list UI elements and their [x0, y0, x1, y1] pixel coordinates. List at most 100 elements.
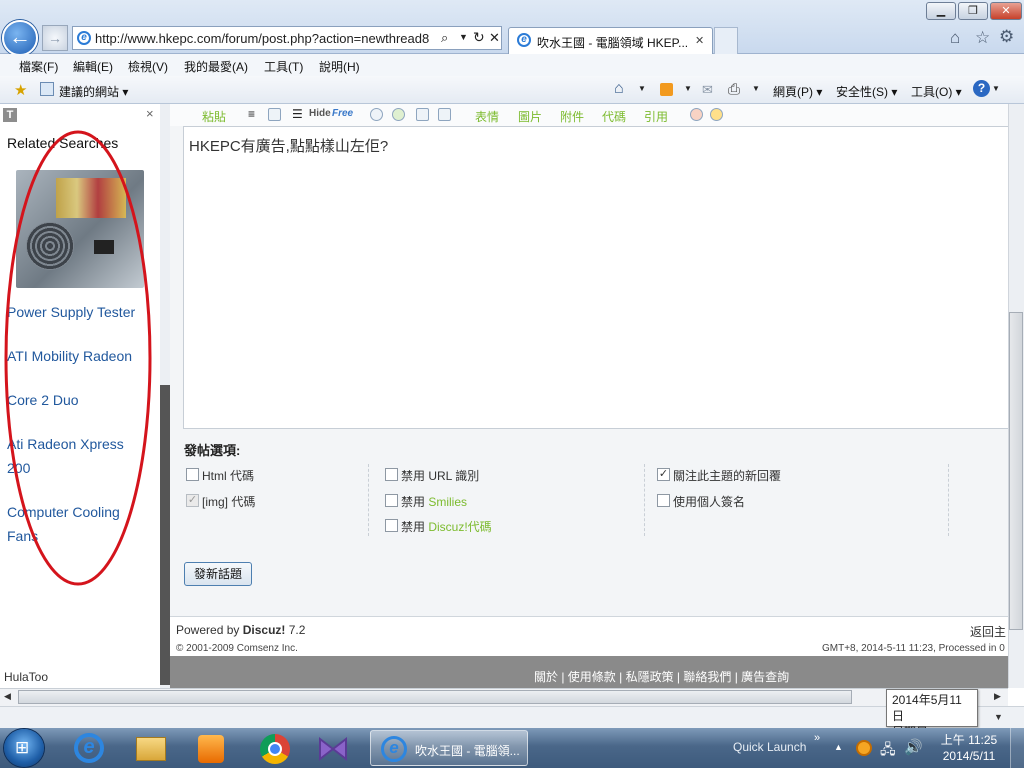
dropdown-arrow-icon[interactable]: ▼: [459, 32, 468, 42]
tray-expand-icon[interactable]: ▲: [834, 742, 843, 752]
tools-menu[interactable]: 工具(O) ▾: [911, 83, 962, 100]
paste-button[interactable]: 粘貼: [202, 108, 226, 125]
tab-close-icon[interactable]: ✕: [695, 34, 704, 47]
disable-url-checkbox[interactable]: [385, 468, 398, 481]
insert-code-icon[interactable]: [438, 108, 451, 121]
active-task-label: 吹水王國 - 電腦領...: [415, 744, 520, 758]
page-scrollbar-thumb[interactable]: [1009, 312, 1023, 630]
print-dropdown-icon[interactable]: ▼: [752, 84, 760, 93]
rss-icon[interactable]: [660, 83, 673, 96]
menu-edit[interactable]: 編輯(E): [73, 58, 113, 75]
powered-by-label: Powered by: [176, 623, 240, 637]
quick-launch-chevron-icon[interactable]: »: [814, 732, 820, 744]
browser-title-bar: ▁ ❐ ✕ ← → e http://www.hkepc.com/forum/p…: [0, 0, 1024, 56]
smilies-link[interactable]: Smilies: [428, 495, 467, 509]
media-play-icon[interactable]: [690, 108, 703, 121]
list-icon[interactable]: ☰: [292, 107, 303, 121]
system-clock[interactable]: 上午 11:25 2014/5/11: [940, 732, 998, 764]
code-button[interactable]: 代碼: [602, 108, 626, 125]
back-button[interactable]: ←: [2, 20, 38, 56]
attachment-button[interactable]: 附件: [560, 108, 584, 125]
help-dropdown-icon[interactable]: ▼: [992, 84, 1000, 93]
tray-app-icon[interactable]: [856, 740, 872, 756]
favorites-star-icon[interactable]: ☆: [975, 28, 990, 48]
home-icon[interactable]: ⌂: [950, 28, 960, 48]
volume-icon[interactable]: 🔊: [904, 738, 923, 756]
favorites-add-icon[interactable]: ★: [14, 81, 27, 99]
submit-thread-button[interactable]: 發新話題: [184, 562, 252, 586]
stop-icon[interactable]: ✕: [489, 30, 500, 46]
menu-file[interactable]: 檔案(F): [19, 58, 58, 75]
follow-thread-checkbox[interactable]: [657, 468, 670, 481]
post-content-text[interactable]: HKEPC有廣告,點點樣山左佢?: [189, 135, 388, 156]
taskbar-explorer[interactable]: [124, 731, 176, 765]
page-menu[interactable]: 網頁(P) ▾: [773, 83, 822, 100]
image-button[interactable]: 圖片: [518, 108, 542, 125]
sidebar-close-icon[interactable]: ×: [146, 106, 154, 121]
chrome-icon: [260, 734, 290, 764]
format-icon[interactable]: [268, 108, 281, 121]
quick-launch-label[interactable]: Quick Launch: [733, 740, 806, 754]
search-icon[interactable]: ⌕: [441, 30, 448, 46]
refresh-icon[interactable]: ↻: [473, 29, 485, 46]
discuz-brand[interactable]: Discuz!: [243, 623, 286, 637]
start-button[interactable]: ⊞: [4, 729, 44, 767]
menu-help[interactable]: 說明(H): [319, 58, 360, 75]
horizontal-scrollbar-thumb[interactable]: [18, 690, 852, 704]
folder-icon: [136, 737, 166, 761]
insert-media-icon[interactable]: [392, 108, 405, 121]
taskbar-active-ie-window[interactable]: e 吹水王國 - 電腦領...: [370, 730, 528, 766]
clock-date: 2014/5/11: [942, 749, 996, 763]
scroll-right-icon[interactable]: ▶: [994, 691, 1001, 702]
new-tab-button[interactable]: [714, 27, 738, 54]
taskbar-visual-studio[interactable]: [306, 731, 358, 765]
menu-favorites[interactable]: 我的最愛(A): [184, 58, 248, 75]
discuz-code-link[interactable]: Discuz!代碼: [428, 520, 491, 534]
tab-forum[interactable]: e 吹水王國 - 電腦領域 HKEP... ✕: [508, 27, 713, 54]
html-code-checkbox[interactable]: [186, 468, 199, 481]
emoticon-button[interactable]: 表情: [475, 108, 499, 125]
address-bar[interactable]: e http://www.hkepc.com/forum/post.php?ac…: [72, 26, 502, 50]
home-cmd-icon[interactable]: ⌂: [614, 80, 624, 98]
zoom-dropdown-icon[interactable]: ▼: [994, 712, 1003, 722]
disable-discuz-code-checkbox[interactable]: [385, 519, 398, 532]
insert-link-icon[interactable]: [370, 108, 383, 121]
qq-icon[interactable]: [710, 108, 723, 121]
help-icon[interactable]: ?: [973, 80, 990, 97]
quote-button[interactable]: 引用: [644, 108, 668, 125]
suggested-sites-link[interactable]: 建議的網站 ▾: [59, 83, 128, 100]
restore-button[interactable]: ❐: [958, 2, 988, 20]
insert-table-icon[interactable]: [416, 108, 429, 121]
disable-discuz-code-label: 禁用 Discuz!代碼: [401, 518, 492, 535]
gear-icon[interactable]: ⚙: [999, 27, 1014, 47]
safety-menu[interactable]: 安全性(S) ▾: [836, 83, 897, 100]
close-window-button[interactable]: ✕: [990, 2, 1022, 20]
address-text[interactable]: http://www.hkepc.com/forum/post.php?acti…: [95, 31, 435, 46]
use-signature-checkbox[interactable]: [657, 494, 670, 507]
mail-icon[interactable]: ✉: [702, 82, 713, 98]
menu-view[interactable]: 檢視(V): [128, 58, 168, 75]
ie-window-icon: e: [381, 736, 407, 762]
print-icon[interactable]: ⎙: [728, 81, 740, 98]
post-options-title: 發帖選項:: [184, 443, 241, 458]
show-desktop-button[interactable]: [1010, 728, 1024, 768]
taskbar-ie[interactable]: e: [64, 731, 116, 765]
scroll-left-icon[interactable]: ◀: [4, 691, 11, 702]
img-code-checkbox[interactable]: [186, 494, 199, 507]
back-to-top-link[interactable]: 返回主: [970, 623, 1006, 640]
rss-dropdown-icon[interactable]: ▼: [684, 84, 692, 93]
taskbar-media-player[interactable]: [184, 731, 236, 765]
minimize-button[interactable]: ▁: [926, 2, 956, 20]
clock-time: 上午 11:25: [940, 733, 998, 747]
home-dropdown-icon[interactable]: ▼: [638, 84, 646, 93]
disable-smilies-checkbox[interactable]: [385, 494, 398, 507]
site-footer-links[interactable]: 關於 | 使用條款 | 私隱政策 | 聯絡我們 | 廣告查詢: [534, 668, 789, 685]
network-icon[interactable]: 🖧: [880, 739, 896, 763]
hide-button[interactable]: Hide: [309, 108, 331, 119]
taskbar-chrome[interactable]: [248, 731, 300, 765]
align-icon[interactable]: ≡: [248, 107, 255, 121]
menu-tools[interactable]: 工具(T): [264, 58, 303, 75]
post-editor[interactable]: HKEPC有廣告,點點樣山左佢?: [183, 126, 1009, 429]
free-button[interactable]: Free: [332, 108, 353, 119]
forward-button[interactable]: →: [42, 25, 68, 51]
